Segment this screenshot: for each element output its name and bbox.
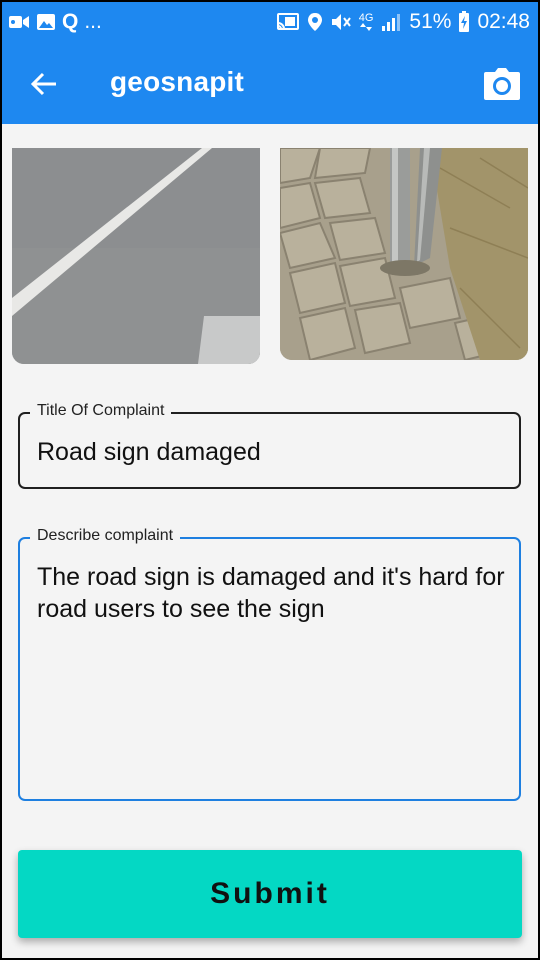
back-button[interactable] <box>24 64 64 104</box>
battery-charging-icon <box>458 11 470 33</box>
road-photo-image <box>12 148 260 364</box>
app-screen: Q ... 4G 51% 02:48 geosnapit Title Of Co… <box>2 2 538 958</box>
complaint-description-field[interactable]: Describe complaint The road sign is dama… <box>18 527 521 801</box>
clock: 02:48 <box>477 10 530 33</box>
signal-icon <box>380 12 402 32</box>
complaint-title-field[interactable]: Title Of Complaint Road sign damaged <box>18 402 521 489</box>
network-type-icon: 4G <box>359 13 373 31</box>
video-icon <box>8 13 30 31</box>
status-left: Q ... <box>8 10 102 34</box>
pole-photo-image <box>280 148 528 360</box>
arrow-left-icon <box>30 72 56 96</box>
gallery-icon <box>36 13 56 31</box>
cast-icon <box>276 12 300 32</box>
complaint-photo-pole[interactable] <box>280 148 528 360</box>
complaint-title-input[interactable]: Road sign damaged <box>37 436 505 468</box>
camera-button[interactable] <box>480 62 524 106</box>
submit-button[interactable]: Submit <box>18 850 522 938</box>
more-notifications: ... <box>84 10 102 33</box>
status-bar: Q ... 4G 51% 02:48 <box>2 2 538 44</box>
location-icon <box>307 12 323 32</box>
complaint-description-label: Describe complaint <box>30 527 181 545</box>
app-bar: geosnapit <box>2 44 538 124</box>
battery-percent: 51% <box>409 10 452 33</box>
complaint-description-input[interactable]: The road sign is damaged and it's hard f… <box>37 561 505 625</box>
mute-icon <box>330 12 352 32</box>
complaint-photo-road[interactable] <box>12 148 260 364</box>
camera-icon <box>484 68 520 100</box>
app-title: geosnapit <box>110 66 245 97</box>
complaint-title-label: Title Of Complaint <box>30 402 172 420</box>
search-glyph: Q <box>62 10 79 33</box>
status-right: 4G 51% 02:48 <box>276 10 530 34</box>
